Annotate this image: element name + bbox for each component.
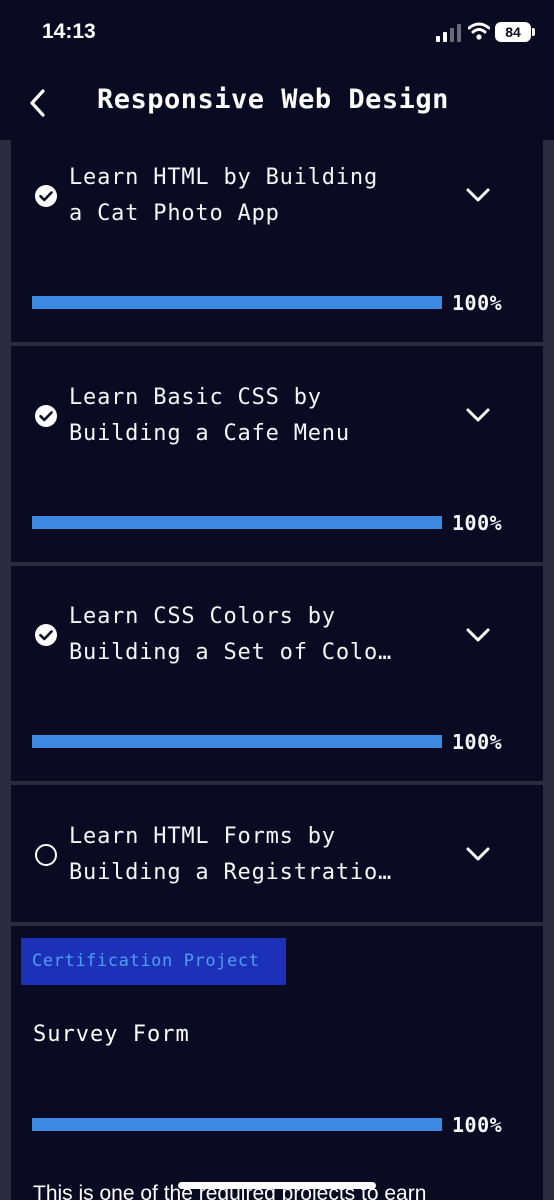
course-card-cat-photo-app[interactable]: Learn HTML by Building a Cat Photo App 1…	[11, 140, 543, 342]
chevron-down-icon[interactable]	[463, 839, 493, 869]
course-list: Learn HTML by Building a Cat Photo App 1…	[0, 140, 554, 1200]
course-title: Learn CSS Colors by Building a Set of Co…	[69, 604, 393, 665]
progress-bar	[32, 1118, 442, 1131]
check-circle-icon	[35, 185, 57, 207]
course-card-registration-form[interactable]: Learn HTML Forms by Building a Registrat…	[11, 785, 543, 922]
progress-label: 100%	[452, 291, 503, 315]
wifi-icon	[468, 22, 490, 40]
back-button[interactable]	[22, 86, 56, 120]
page-title: Responsive Web Design	[97, 84, 449, 115]
certification-project-card: Certification Project Survey Form 100% T…	[11, 926, 543, 1200]
progress-label: 100%	[452, 730, 503, 754]
cellular-signal-icon	[436, 24, 461, 42]
progress-label: 100%	[452, 511, 503, 535]
progress-bar	[32, 516, 442, 529]
empty-circle-icon	[35, 844, 57, 866]
check-circle-icon	[35, 405, 57, 427]
progress-bar	[32, 735, 442, 748]
battery-nub	[532, 28, 535, 36]
home-indicator[interactable]	[178, 1182, 376, 1189]
course-title: Learn HTML by Building a Cat Photo App	[69, 165, 378, 226]
course-title: Learn Basic CSS by Building a Cafe Menu	[69, 385, 350, 446]
progress-fill	[32, 516, 442, 529]
course-card-cafe-menu[interactable]: Learn Basic CSS by Building a Cafe Menu …	[11, 346, 543, 562]
certification-badge: Certification Project	[21, 938, 286, 985]
check-circle-icon	[35, 624, 57, 646]
progress-fill	[32, 735, 442, 748]
chevron-down-icon[interactable]	[463, 180, 493, 210]
course-title: Learn HTML Forms by Building a Registrat…	[69, 824, 393, 885]
course-card-colors[interactable]: Learn CSS Colors by Building a Set of Co…	[11, 566, 543, 781]
nav-header: Responsive Web Design	[0, 66, 554, 140]
project-title[interactable]: Survey Form	[33, 1022, 190, 1047]
chevron-down-icon[interactable]	[463, 400, 493, 430]
chevron-down-icon[interactable]	[463, 620, 493, 650]
status-bar: 14:13 84	[0, 0, 554, 66]
progress-label: 100%	[452, 1113, 503, 1137]
battery-icon: 84	[495, 22, 531, 42]
status-time: 14:13	[42, 20, 96, 43]
progress-fill	[32, 296, 442, 309]
progress-bar	[32, 296, 442, 309]
progress-fill	[32, 1118, 442, 1131]
